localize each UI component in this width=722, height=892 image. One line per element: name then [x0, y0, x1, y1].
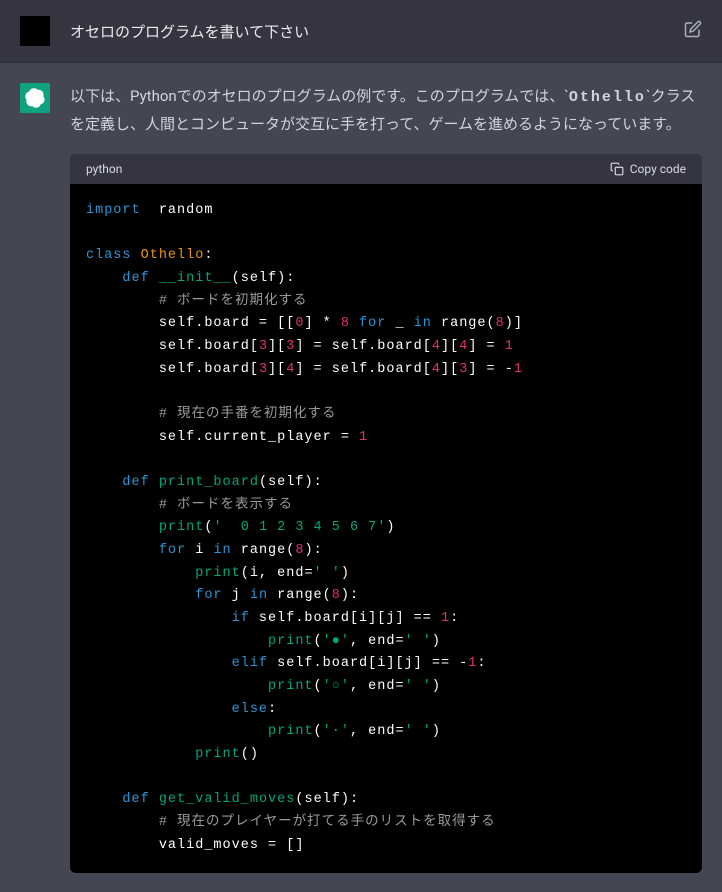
- inline-code: Othello: [569, 89, 646, 106]
- edit-icon[interactable]: [684, 20, 702, 42]
- code-header: python Copy code: [70, 154, 702, 184]
- assistant-content: 以下は、Pythonでのオセロのプログラムの例です。このプログラムでは、`Oth…: [70, 83, 702, 873]
- user-message-row: オセロのプログラムを書いて下さい: [0, 0, 722, 63]
- copy-code-button[interactable]: Copy code: [610, 162, 686, 176]
- clipboard-icon: [610, 162, 624, 176]
- response-text: 以下は、Pythonでのオセロのプログラムの例です。このプログラムでは、`Oth…: [70, 83, 702, 138]
- code-language: python: [86, 162, 122, 176]
- response-pre: 以下は、Pythonでのオセロのプログラムの例です。このプログラムでは、: [70, 87, 564, 105]
- assistant-message-row: 以下は、Pythonでのオセロのプログラムの例です。このプログラムでは、`Oth…: [0, 63, 722, 892]
- assistant-avatar: [20, 83, 50, 113]
- code-block: python Copy code import random class Oth…: [70, 154, 702, 873]
- user-avatar: [20, 16, 50, 46]
- user-message-text: オセロのプログラムを書いて下さい: [70, 21, 664, 42]
- code-content: import random class Othello: def __init_…: [70, 184, 702, 873]
- copy-label: Copy code: [630, 162, 686, 176]
